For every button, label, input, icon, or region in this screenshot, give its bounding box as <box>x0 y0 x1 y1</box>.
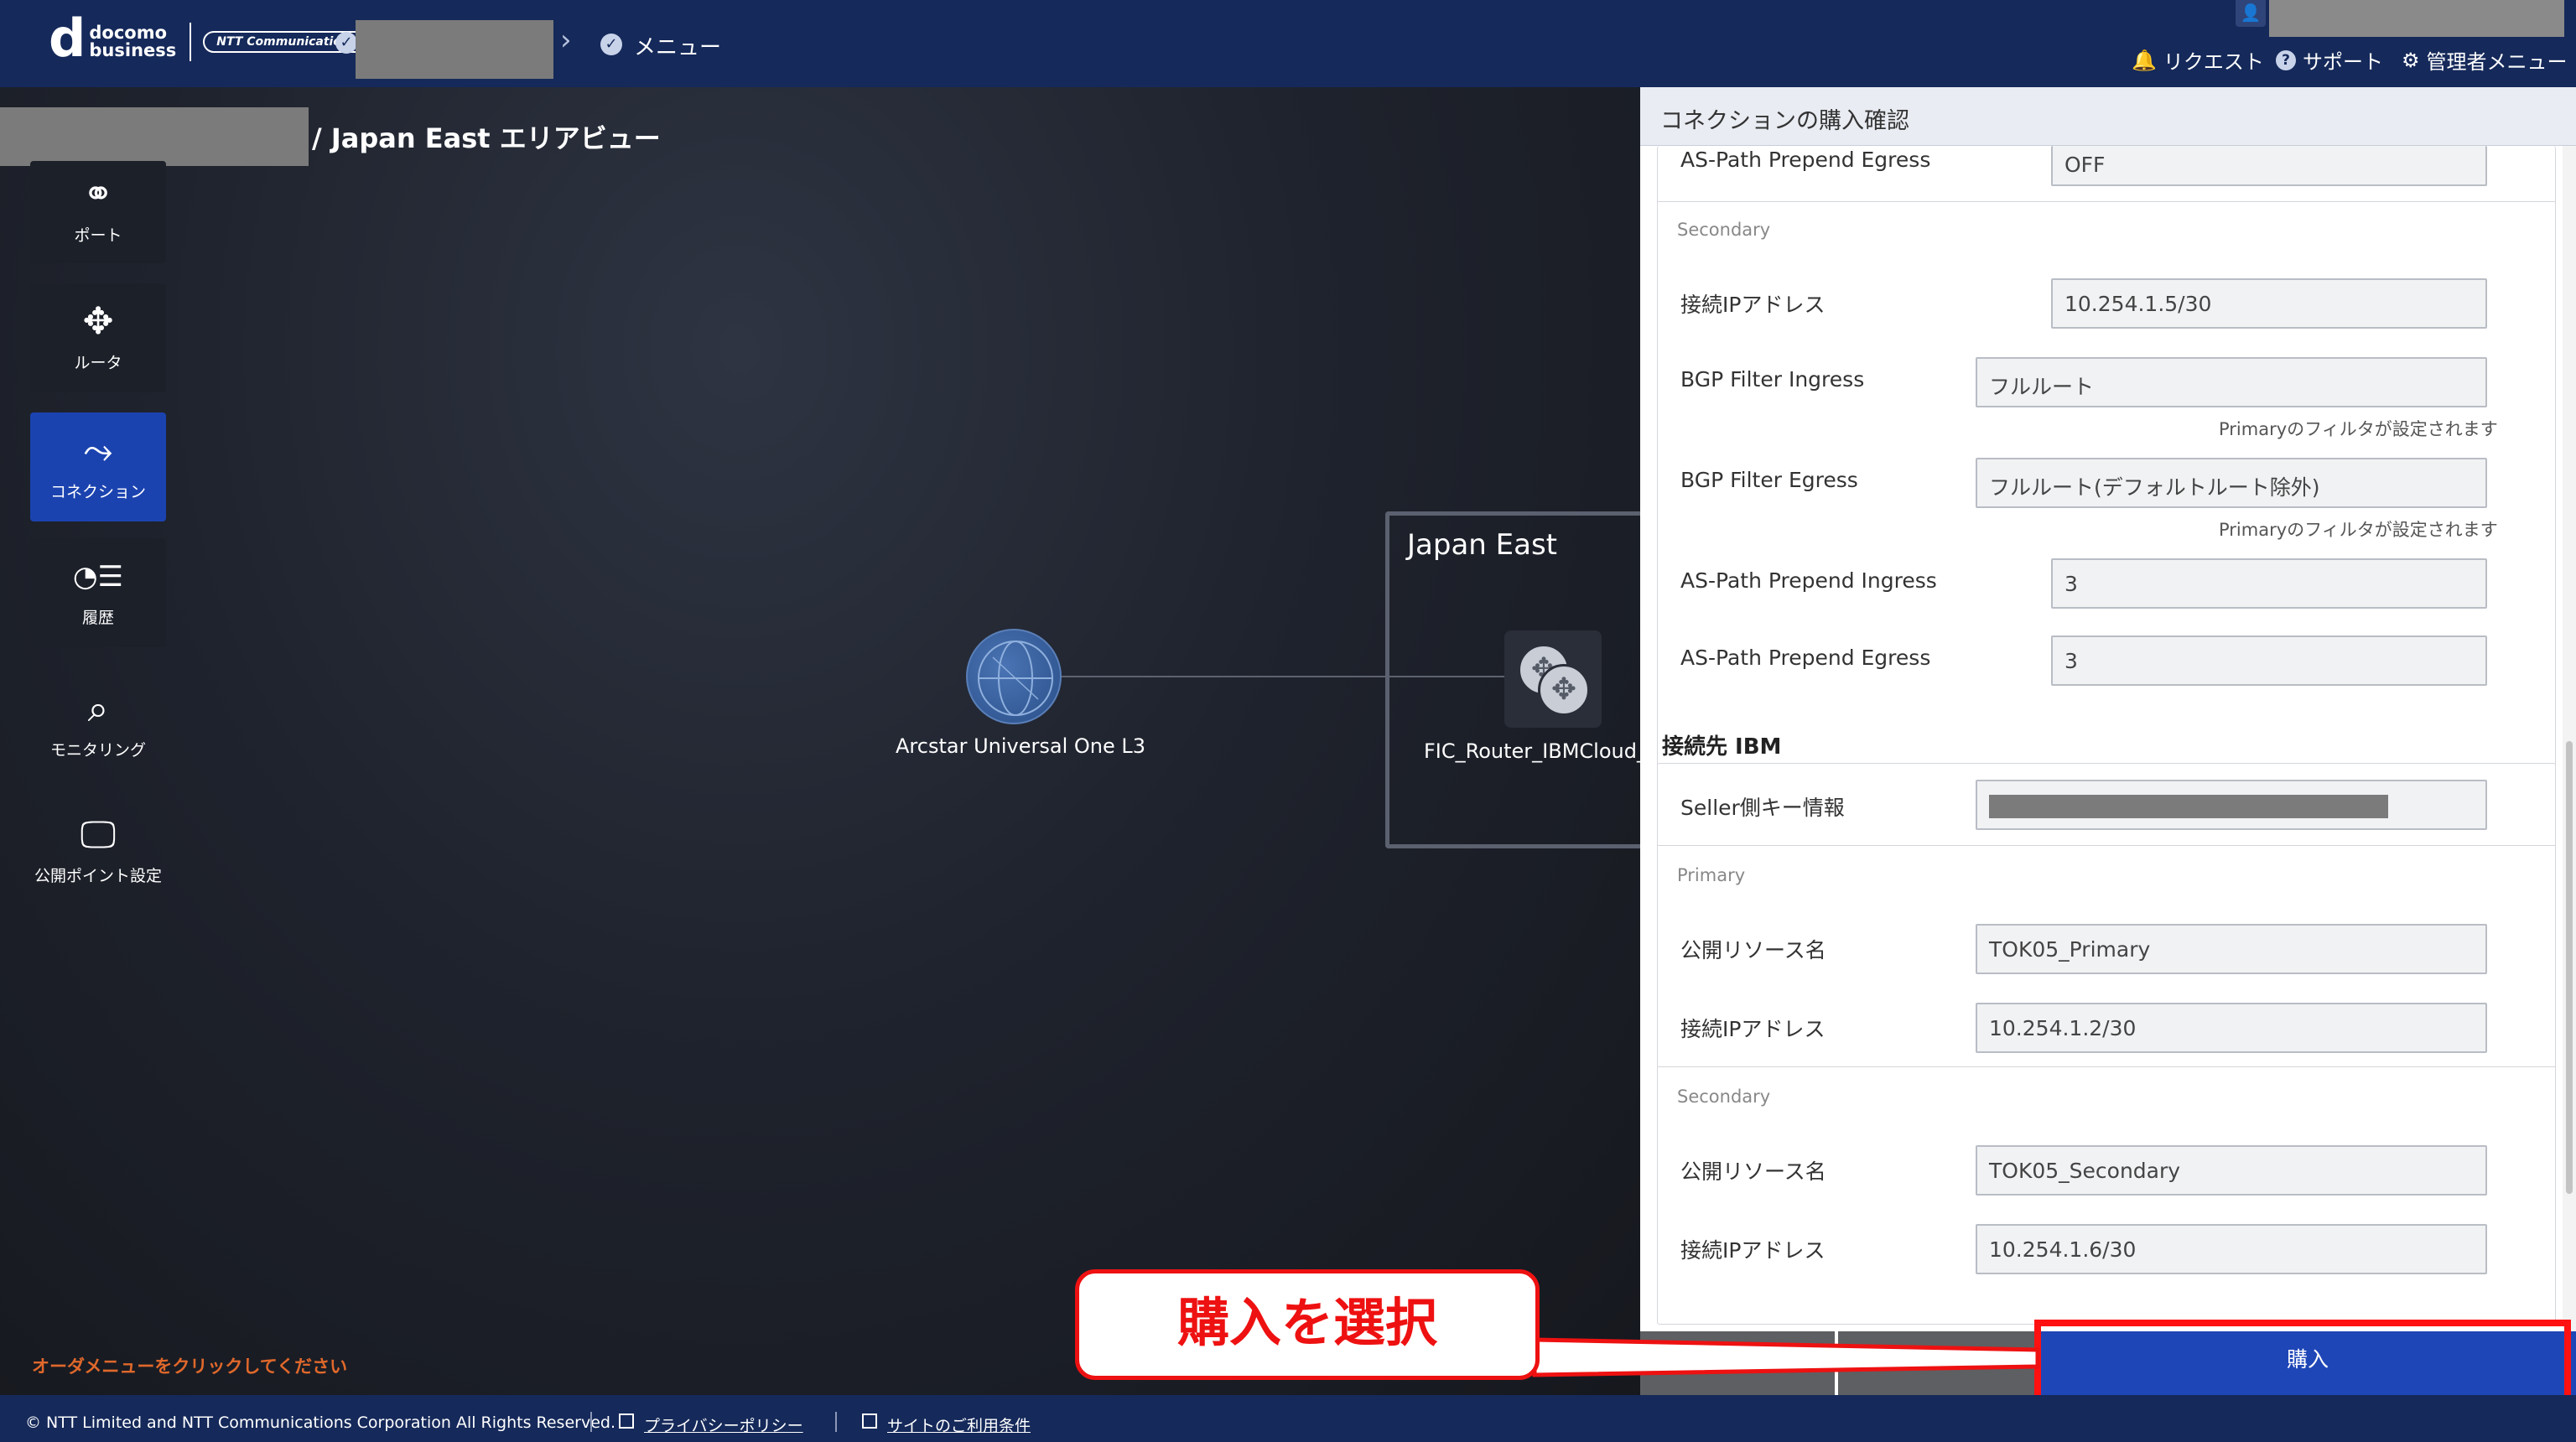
field-label: AS-Path Prepend Egress <box>1680 148 1931 172</box>
purchase-confirm-panel: コネクションの購入確認 AS-Path Prepend Egress OFF S… <box>1640 87 2576 1395</box>
user-name-redacted[interactable] <box>2269 0 2564 37</box>
check-circle-icon: ✓ <box>600 34 622 55</box>
destination-heading: 接続先 IBM <box>1662 734 1782 760</box>
source-node-label: Arcstar Universal One L3 <box>896 734 1145 758</box>
sidebar-item-port[interactable]: ⚭ ポート <box>30 161 166 263</box>
field-label: 接続IPアドレス <box>1680 1238 1826 1263</box>
primary-ip-field: 10.254.1.2/30 <box>1976 1003 2487 1053</box>
field-label: AS-Path Prepend Egress <box>1680 646 1931 670</box>
support-link[interactable]: ? サポート <box>2276 45 2383 75</box>
sidebar-item-history[interactable]: ◔☰ 履歴 <box>30 538 166 647</box>
primary-subheading: Primary <box>1677 865 1746 885</box>
copyright-text: © NTT Limited and NTT Communications Cor… <box>25 1413 615 1432</box>
field-label: BGP Filter Egress <box>1680 468 1858 492</box>
secondary-subheading: Secondary <box>1677 220 1771 240</box>
seller-key-field <box>1976 780 2487 830</box>
divider <box>1657 845 2556 846</box>
secondary-subheading: Secondary <box>1677 1087 1771 1107</box>
secondary-ip-field: 10.254.1.5/30 <box>2051 278 2487 329</box>
port-icon: ⚭ <box>82 173 114 215</box>
panel-header: コネクションの購入確認 <box>1640 87 2576 146</box>
bgp-ingress-field: フルルート <box>1976 357 2487 407</box>
connection-icon: ⤳ <box>83 429 113 472</box>
divider <box>1657 201 2556 202</box>
primary-resource-name-field: TOK05_Primary <box>1976 924 2487 974</box>
public-point-icon: 🖵 <box>80 813 117 856</box>
history-icon: ◔☰ <box>72 560 124 594</box>
network-globe-icon[interactable] <box>966 629 1062 724</box>
router-icon: ✥ <box>1538 664 1590 716</box>
docomo-business-logo[interactable]: d docomo business NTT Communications <box>49 13 371 65</box>
top-header: d docomo business NTT Communications ✓ ›… <box>0 0 2576 87</box>
back-button[interactable]: 戻る <box>1838 1331 2036 1395</box>
router-node[interactable]: ✥ ✥ <box>1504 630 1602 728</box>
logo-divider <box>190 23 192 61</box>
router-node-label: FIC_Router_IBMCloud_ <box>1424 739 1647 763</box>
view-title-redacted <box>0 107 309 166</box>
panel-title: コネクションの購入確認 <box>1660 108 1909 134</box>
panel-scroll-thumb[interactable] <box>2566 741 2573 1194</box>
router-icon: ✥ <box>82 300 114 343</box>
bgp-ingress-note: Primaryのフィルタが設定されます <box>2219 419 2498 439</box>
gear-icon: ⚙ <box>2402 48 2420 72</box>
logo-mark: d <box>49 8 86 69</box>
select-purchase-callout: 購入を選択 <box>1075 1269 1540 1380</box>
bgp-egress-field: フルルート(デフォルトルート除外) <box>1976 458 2487 508</box>
page-title: / Japan East エリアビュー <box>312 122 661 154</box>
secondary-ip-field: 10.254.1.6/30 <box>1976 1224 2487 1274</box>
privacy-policy-link[interactable]: プライバシーポリシー <box>644 1413 803 1436</box>
breadcrumb-redacted[interactable] <box>356 20 553 79</box>
request-link[interactable]: 🔔 リクエスト <box>2132 45 2264 75</box>
sidebar-item-public-point[interactable]: 🖵 公開ポイント設定 <box>30 796 166 905</box>
field-label: AS-Path Prepend Ingress <box>1680 568 1937 593</box>
footer-divider <box>835 1412 837 1432</box>
field-label: BGP Filter Ingress <box>1680 367 1865 392</box>
bgp-egress-note: Primaryのフィルタが設定されます <box>2219 520 2498 540</box>
sidebar-item-router[interactable]: ✥ ルータ <box>30 283 166 392</box>
purchase-button[interactable]: 購入 <box>2039 1331 2576 1395</box>
as-path-egress-field: OFF <box>2051 146 2487 186</box>
order-hint: オーダメニューをクリックしてください <box>32 1356 348 1377</box>
as-path-ingress-field: 3 <box>2051 558 2487 609</box>
footer: © NTT Limited and NTT Communications Cor… <box>0 1395 2576 1442</box>
help-icon: ? <box>2276 49 2296 70</box>
field-label: 公開リソース名 <box>1680 938 1826 962</box>
cancel-button[interactable]: キャンセル <box>1640 1331 1835 1395</box>
field-label: 接続IPアドレス <box>1680 293 1826 317</box>
external-link-icon <box>862 1413 877 1429</box>
divider <box>1657 1066 2556 1067</box>
region-title: Japan East <box>1407 528 1557 562</box>
chevron-right-icon: › <box>560 23 572 57</box>
footer-divider <box>590 1412 592 1432</box>
field-label: 接続IPアドレス <box>1680 1017 1826 1041</box>
bell-icon: 🔔 <box>2132 48 2157 72</box>
logo-text-bottom: business <box>89 40 177 60</box>
field-label: 公開リソース名 <box>1680 1159 1826 1184</box>
field-label: Seller側キー情報 <box>1680 796 1845 820</box>
seller-key-redacted <box>1989 795 2388 818</box>
terms-of-use-link[interactable]: サイトのご利用条件 <box>887 1413 1031 1436</box>
monitoring-icon: ⌕ <box>87 687 109 730</box>
check-circle-icon: ✓ <box>335 32 357 54</box>
admin-menu-link[interactable]: ⚙ 管理者メニュー <box>2402 45 2568 75</box>
as-path-egress-field: 3 <box>2051 635 2487 686</box>
external-link-icon <box>619 1413 634 1429</box>
sidebar-item-connection[interactable]: ⤳ コネクション <box>30 412 166 521</box>
secondary-resource-name-field: TOK05_Secondary <box>1976 1145 2487 1196</box>
breadcrumb-menu[interactable]: メニュー <box>634 30 721 61</box>
user-icon[interactable]: 👤 <box>2236 0 2266 27</box>
sidebar-item-monitoring[interactable]: ⌕ モニタリング <box>30 671 166 780</box>
